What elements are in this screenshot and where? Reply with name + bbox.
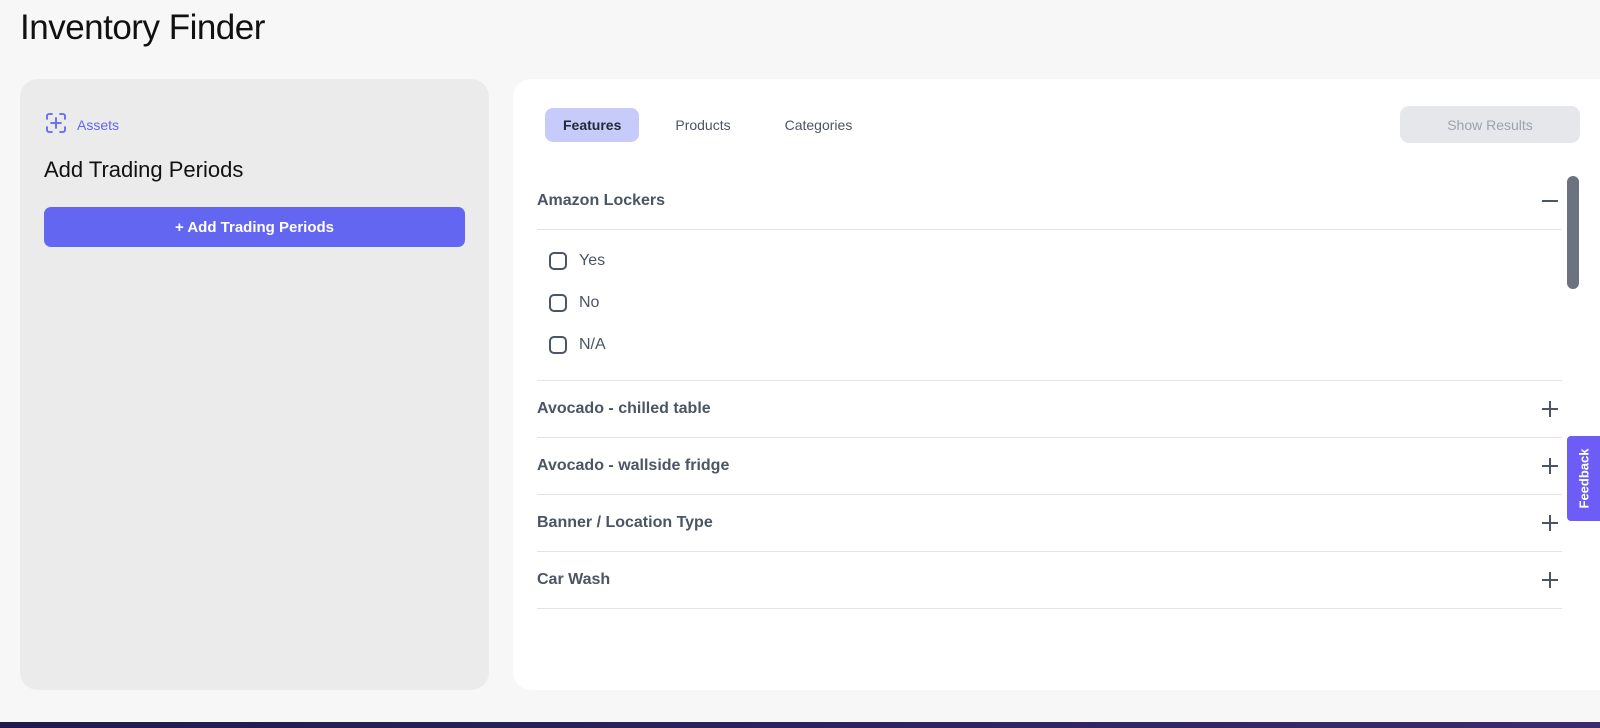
trading-periods-heading: Add Trading Periods — [44, 157, 244, 182]
plus-icon[interactable] — [1542, 401, 1558, 417]
assets-label: Assets — [77, 116, 120, 133]
option-yes[interactable]: Yes — [549, 240, 1562, 282]
checkbox[interactable] — [549, 294, 567, 312]
accordion-body: Yes No N/A — [537, 229, 1562, 380]
option-label: Yes — [579, 252, 606, 269]
feedback-tab[interactable]: Feedback — [1567, 436, 1600, 521]
features-accordion: Amazon Lockers Yes No N/A Avocado - chil… — [537, 173, 1562, 609]
filter-tabs: Features Products Categories — [545, 108, 870, 142]
accordion-title: Banner / Location Type — [537, 514, 713, 531]
bottom-bar — [0, 722, 1600, 728]
checkbox[interactable] — [549, 252, 567, 270]
option-label: N/A — [579, 336, 606, 353]
accordion-section-amazon-lockers: Amazon Lockers Yes No N/A — [537, 173, 1562, 381]
page-title: Inventory Finder — [20, 8, 265, 47]
accordion-header[interactable]: Banner / Location Type — [537, 495, 1562, 551]
option-na[interactable]: N/A — [549, 324, 1562, 366]
filter-panel: Features Products Categories Show Result… — [513, 79, 1600, 690]
accordion-header[interactable]: Amazon Lockers — [537, 173, 1562, 229]
option-label: No — [579, 294, 600, 311]
option-no[interactable]: No — [549, 282, 1562, 324]
tab-products[interactable]: Products — [657, 108, 748, 142]
plus-icon[interactable] — [1542, 515, 1558, 531]
feedback-label: Feedback — [1576, 448, 1592, 509]
plus-icon[interactable] — [1542, 572, 1558, 588]
accordion-section-avocado-chilled-table: Avocado - chilled table — [537, 381, 1562, 438]
plus-icon[interactable] — [1542, 458, 1558, 474]
add-trading-periods-button[interactable]: + Add Trading Periods — [44, 207, 465, 247]
assets-link[interactable]: Assets — [44, 111, 119, 138]
accordion-title: Avocado - wallside fridge — [537, 457, 730, 474]
checkbox[interactable] — [549, 336, 567, 354]
tab-features[interactable]: Features — [545, 108, 640, 142]
accordion-title: Avocado - chilled table — [537, 400, 711, 417]
show-results-button[interactable]: Show Results — [1400, 106, 1580, 143]
accordion-section-avocado-wallside-fridge: Avocado - wallside fridge — [537, 438, 1562, 495]
accordion-title: Amazon Lockers — [537, 192, 666, 209]
accordion-header[interactable]: Car Wash — [537, 552, 1562, 608]
add-asset-icon — [44, 111, 68, 138]
accordion-header[interactable]: Avocado - chilled table — [537, 381, 1562, 437]
accordion-title: Car Wash — [537, 571, 611, 588]
minus-icon[interactable] — [1542, 193, 1558, 209]
tab-categories[interactable]: Categories — [767, 108, 871, 142]
accordion-header[interactable]: Avocado - wallside fridge — [537, 438, 1562, 494]
inventory-finder-page: Inventory Finder Assets Add Trading Peri… — [0, 0, 1600, 728]
scrollbar-thumb[interactable] — [1567, 176, 1579, 289]
accordion-section-banner-location-type: Banner / Location Type — [537, 495, 1562, 552]
accordion-section-car-wash: Car Wash — [537, 552, 1562, 609]
left-panel: Assets Add Trading Periods + Add Trading… — [20, 79, 489, 690]
